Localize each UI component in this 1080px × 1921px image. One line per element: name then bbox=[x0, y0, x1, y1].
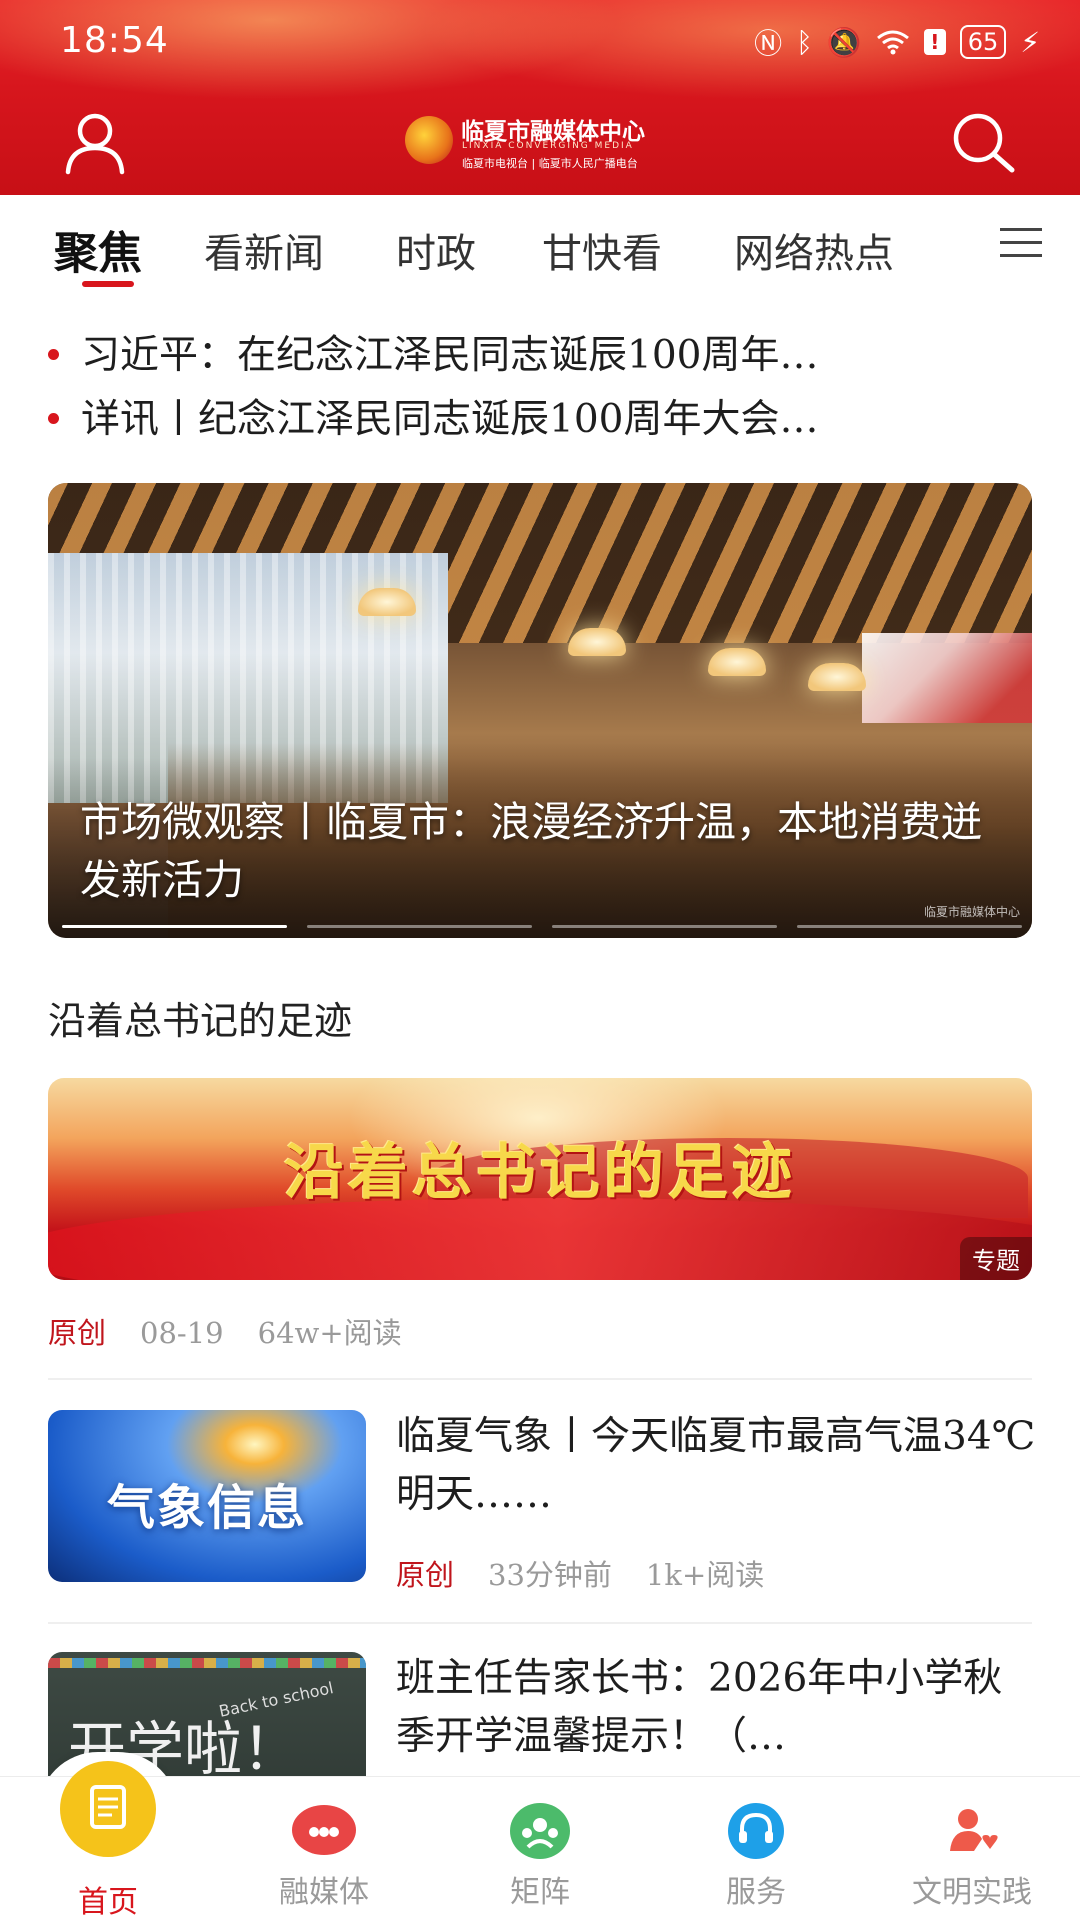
bullet-icon bbox=[48, 348, 59, 360]
original-tag: 原创 bbox=[48, 1316, 107, 1350]
nav-label: 服务 bbox=[726, 1875, 786, 1910]
nav-media[interactable]: 融媒体 bbox=[216, 1777, 432, 1921]
lamp-icon bbox=[568, 628, 626, 656]
bluetooth-icon: ᛒ bbox=[796, 25, 813, 59]
wifi-icon bbox=[876, 30, 909, 55]
section-title: 沿着总书记的足迹 bbox=[48, 999, 353, 1043]
carousel-dot[interactable] bbox=[62, 925, 287, 928]
status-icons: Ⓝ ᛒ 🔕 ! 65 ⚡ bbox=[754, 22, 1040, 62]
carousel-dot[interactable] bbox=[307, 925, 532, 928]
channel-tabs: 聚焦 看新闻 时政 甘快看 网络热点 bbox=[0, 195, 1080, 295]
original-tag: 原创 bbox=[396, 1558, 455, 1592]
menu-icon[interactable] bbox=[1000, 225, 1042, 261]
nav-label: 首页 bbox=[78, 1885, 138, 1920]
mute-icon: 🔕 bbox=[826, 25, 862, 59]
alert-icon: ! bbox=[923, 29, 946, 55]
banner-meta: 原创 08-19 64w+阅读 bbox=[48, 1310, 402, 1352]
nav-service[interactable]: 服务 bbox=[648, 1777, 864, 1921]
nav-home[interactable]: 首页 bbox=[0, 1761, 216, 1921]
headline-item[interactable]: 习近平：在纪念江泽民同志诞辰100周年… bbox=[48, 324, 1038, 376]
featured-carousel[interactable]: 市场微观察丨临夏市：浪漫经济升温，本地消费迸发新活力 临夏市融媒体中心 bbox=[48, 483, 1032, 938]
nfc-icon: Ⓝ bbox=[754, 27, 783, 60]
publish-time: 33分钟前 bbox=[488, 1558, 612, 1592]
news-title[interactable]: 班主任告家长书：2026年中小学秋季开学温馨提示！（… bbox=[396, 1650, 1036, 1766]
read-count: 1k+阅读 bbox=[645, 1558, 765, 1592]
nav-label: 矩阵 bbox=[510, 1875, 570, 1910]
logo-subtitle: 临夏市电视台 | 临夏市人民广播电台 bbox=[462, 157, 638, 170]
battery-indicator: 65 bbox=[959, 25, 1007, 59]
news-title[interactable]: 临夏气象丨今天临夏市最高气温34℃ 明天…… bbox=[396, 1408, 1036, 1524]
nav-matrix[interactable]: 矩阵 bbox=[432, 1777, 648, 1921]
app-header: 18:54 Ⓝ ᛒ 🔕 ! 65 ⚡ 临夏市融媒体中心 LINXIA CONVE… bbox=[0, 0, 1080, 195]
news-meta: 原创 33分钟前 1k+阅读 bbox=[396, 1552, 764, 1594]
divider bbox=[48, 1622, 1032, 1624]
lamp-icon bbox=[808, 663, 866, 691]
charging-icon: ⚡ bbox=[1020, 25, 1040, 59]
bottom-navigation: 首页 融媒体 矩阵 服务 文明实践 bbox=[0, 1761, 1080, 1921]
tab-politics[interactable]: 时政 bbox=[396, 221, 476, 279]
headline-item[interactable]: 详讯丨纪念江泽民同志诞辰100周年大会… bbox=[48, 388, 1038, 440]
status-bar: 18:54 Ⓝ ᛒ 🔕 ! 65 ⚡ bbox=[0, 0, 1080, 90]
carousel-indicators bbox=[62, 925, 1022, 929]
matrix-icon bbox=[510, 1803, 570, 1859]
search-icon[interactable] bbox=[948, 108, 1018, 178]
nav-label: 融媒体 bbox=[279, 1875, 369, 1910]
tab-news[interactable]: 看新闻 bbox=[204, 221, 324, 279]
banner-text: 沿着总书记的足迹 bbox=[284, 1138, 796, 1208]
bullet-icon bbox=[48, 412, 59, 424]
active-tab-indicator bbox=[82, 281, 134, 287]
bunting-decoration bbox=[48, 1658, 366, 1668]
user-icon[interactable] bbox=[60, 108, 130, 178]
home-doc-icon bbox=[60, 1761, 156, 1857]
tab-gansu-quick[interactable]: 甘快看 bbox=[542, 221, 662, 279]
thumbnail-text: 气象信息 bbox=[106, 1480, 307, 1536]
nav-civilization-practice[interactable]: 文明实践 bbox=[864, 1777, 1080, 1921]
read-count: 64w+阅读 bbox=[257, 1316, 402, 1350]
carousel-dot[interactable] bbox=[797, 925, 1022, 928]
topic-banner[interactable]: 沿着总书记的足迹 专题 bbox=[48, 1078, 1032, 1280]
media-icon bbox=[292, 1805, 356, 1855]
tab-hot-topics[interactable]: 网络热点 bbox=[734, 221, 894, 279]
headline-text: 习近平：在纪念江泽民同志诞辰100周年… bbox=[81, 333, 819, 376]
photo-watermark: 临夏市融媒体中心 bbox=[923, 905, 1020, 919]
status-time: 18:54 bbox=[60, 20, 169, 61]
topic-badge: 专题 bbox=[960, 1237, 1032, 1280]
headline-text: 详讯丨纪念江泽民同志诞辰100周年大会… bbox=[81, 397, 819, 440]
lamp-icon bbox=[708, 648, 766, 676]
carousel-dot[interactable] bbox=[552, 925, 777, 928]
carousel-caption: 市场微观察丨临夏市：浪漫经济升温，本地消费迸发新活力 bbox=[80, 798, 982, 904]
logo-english: LINXIA CONVERGING MEDIA bbox=[462, 141, 634, 151]
news-thumbnail[interactable]: 气象信息 bbox=[48, 1410, 366, 1582]
app-logo: 临夏市融媒体中心 LINXIA CONVERGING MEDIA 临夏市电视台 … bbox=[405, 110, 675, 172]
tab-focus[interactable]: 聚焦 bbox=[54, 217, 142, 281]
photo-screen bbox=[862, 633, 1032, 723]
divider bbox=[48, 1378, 1032, 1380]
publish-date: 08-19 bbox=[140, 1316, 224, 1350]
volunteer-icon bbox=[944, 1803, 1000, 1859]
lamp-icon bbox=[358, 588, 416, 616]
nav-label: 文明实践 bbox=[912, 1875, 1032, 1910]
headset-icon bbox=[728, 1803, 784, 1859]
logo-mark-icon bbox=[405, 116, 453, 164]
